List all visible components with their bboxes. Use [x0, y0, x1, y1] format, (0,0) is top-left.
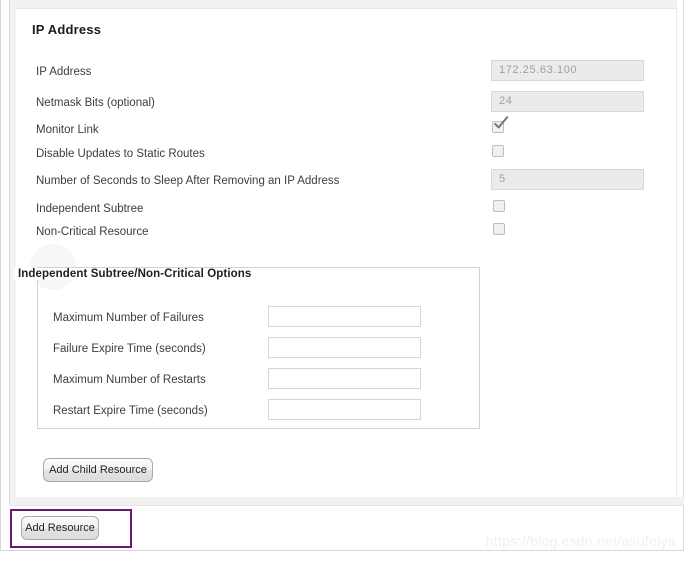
checkbox-non-critical-resource[interactable]: [493, 223, 505, 235]
label-failure-expire-time: Failure Expire Time (seconds): [53, 343, 206, 355]
form-row-sleep-seconds: Number of Seconds to Sleep After Removin…: [0, 169, 661, 195]
form-row-independent-subtree: Independent Subtree: [0, 200, 661, 223]
label-monitor-link: Monitor Link: [36, 124, 99, 136]
window-bottom-border: [0, 550, 684, 551]
form-row-non-critical-resource: Non-Critical Resource: [0, 223, 661, 246]
input-max-restarts[interactable]: [268, 368, 421, 389]
add-child-resource-button[interactable]: Add Child Resource: [43, 458, 153, 482]
panel-top-strip: [16, 0, 677, 9]
input-ip-address[interactable]: 172.25.63.100: [491, 60, 644, 81]
form-row-ip-address: IP Address 172.25.63.100: [0, 60, 661, 86]
checkbox-monitor-link[interactable]: [492, 116, 509, 133]
form-action-bar-divider: [10, 505, 684, 506]
form-row-monitor-link: Monitor Link: [0, 116, 661, 144]
label-netmask-bits: Netmask Bits (optional): [36, 97, 155, 109]
input-max-failures[interactable]: [268, 306, 421, 327]
label-max-failures: Maximum Number of Failures: [53, 312, 204, 324]
label-restart-expire-time: Restart Expire Time (seconds): [53, 405, 208, 417]
fieldset-row-max-restarts: Maximum Number of Restarts: [0, 368, 443, 394]
form-row-netmask-bits: Netmask Bits (optional) 24: [0, 91, 661, 117]
ip-address-resource-form: IP Address IP Address 172.25.63.100 Netm…: [0, 0, 684, 561]
fieldset-row-failure-expire-time: Failure Expire Time (seconds): [0, 337, 443, 363]
checkbox-independent-subtree[interactable]: [493, 200, 505, 212]
fieldset-legend: Independent Subtree/Non-Critical Options: [14, 268, 258, 280]
label-max-restarts: Maximum Number of Restarts: [53, 374, 206, 386]
add-resource-button[interactable]: Add Resource: [21, 516, 99, 540]
fieldset-row-restart-expire-time: Restart Expire Time (seconds): [0, 399, 443, 425]
label-ip-address: IP Address: [36, 66, 92, 78]
label-disable-static-routes: Disable Updates to Static Routes: [36, 148, 205, 160]
label-non-critical-resource: Non-Critical Resource: [36, 226, 149, 238]
input-restart-expire-time[interactable]: [268, 399, 421, 420]
input-failure-expire-time[interactable]: [268, 337, 421, 358]
fieldset-row-max-failures: Maximum Number of Failures: [0, 306, 443, 332]
form-row-disable-static-routes: Disable Updates to Static Routes: [0, 145, 661, 168]
label-independent-subtree: Independent Subtree: [36, 203, 144, 215]
input-netmask-bits[interactable]: 24: [491, 91, 644, 112]
input-sleep-seconds[interactable]: 5: [491, 169, 644, 190]
watermark-text: https://blog.csdn.net/asufeiya: [485, 533, 676, 549]
panel-bottom-strip: [10, 497, 684, 505]
page-title: IP Address: [32, 22, 102, 37]
checkbox-disable-static-routes[interactable]: [492, 145, 504, 157]
label-sleep-seconds: Number of Seconds to Sleep After Removin…: [36, 175, 340, 187]
